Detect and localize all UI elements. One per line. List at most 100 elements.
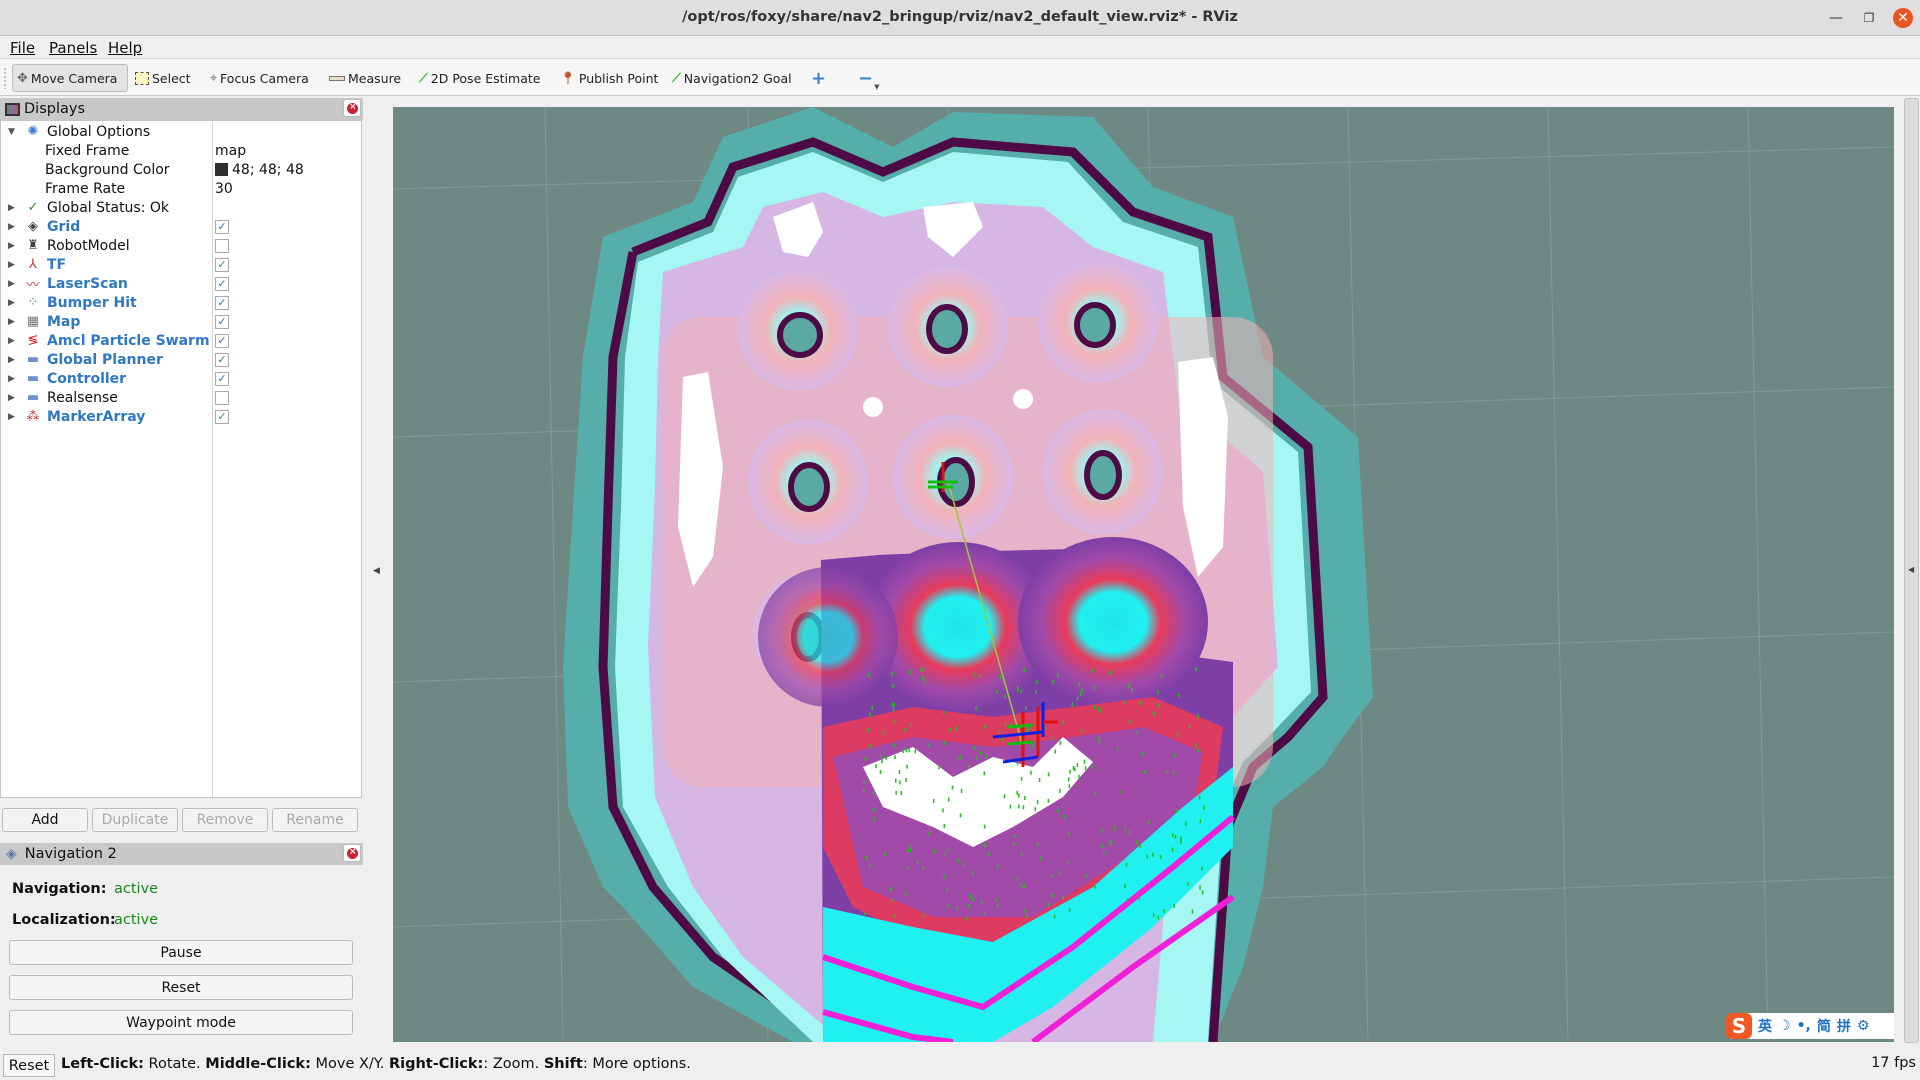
tree-item-grid[interactable]: ▶ ◈ Grid ✓: [1, 217, 361, 236]
particle: [933, 849, 935, 853]
tree-item-map[interactable]: ▶ ▦ Map ✓: [1, 312, 361, 331]
particle: [1024, 796, 1026, 801]
toolbar-grip[interactable]: [3, 67, 7, 89]
particle: [1101, 843, 1104, 848]
tool-move-camera[interactable]: ✥ Move Camera: [12, 64, 128, 92]
expand-arrow-icon[interactable]: ▶: [8, 260, 15, 270]
expand-arrow-icon[interactable]: ▶: [8, 393, 15, 403]
menu-file[interactable]: File: [10, 39, 35, 57]
tool-select[interactable]: Select: [131, 64, 195, 92]
rename-display-button[interactable]: Rename: [272, 808, 358, 832]
tree-item-controller[interactable]: ▶ ▬ Controller ✓: [1, 369, 361, 388]
property-background-color[interactable]: Background Color 48; 48; 48: [1, 160, 361, 179]
particle: [1157, 915, 1160, 920]
3d-viewport[interactable]: [393, 107, 1894, 1042]
ime-simplified-toggle[interactable]: 简: [1817, 1016, 1831, 1036]
display-enabled-checkbox[interactable]: ✓: [215, 409, 229, 424]
display-enabled-checkbox[interactable]: ✓: [215, 352, 229, 367]
remove-display-button[interactable]: Remove: [182, 808, 268, 832]
add-tool-button[interactable]: +: [807, 64, 830, 92]
status-reset-button[interactable]: Reset: [3, 1054, 55, 1077]
particle: [1080, 729, 1083, 733]
expand-right-icon[interactable]: ◀: [1908, 565, 1914, 574]
remove-tool-button[interactable]: − ▼: [854, 64, 885, 92]
property-fixed-frame[interactable]: Fixed Frame map: [1, 141, 361, 160]
render-canvas[interactable]: [393, 107, 1894, 1042]
particle: [976, 756, 978, 761]
ime-pinyin-toggle[interactable]: 拼: [1837, 1016, 1851, 1036]
particle: [1039, 856, 1042, 861]
tree-item-global-options[interactable]: ▼ ✺ Global Options: [1, 122, 361, 141]
left-dock-splitter[interactable]: ◀: [364, 98, 392, 1043]
tree-item-global-planner[interactable]: ▶ ▬ Global Planner ✓: [1, 350, 361, 369]
expand-arrow-icon[interactable]: ▶: [8, 279, 15, 289]
tool-2d-pose-estimate[interactable]: ⟋ 2D Pose Estimate: [415, 64, 544, 92]
pause-button[interactable]: Pause: [9, 940, 353, 965]
display-enabled-checkbox[interactable]: ✓: [215, 219, 229, 234]
tool-navigation2-goal[interactable]: ⟋ Navigation2 Goal: [668, 64, 796, 92]
ime-moon-icon[interactable]: ☽: [1778, 1018, 1791, 1034]
reset-button[interactable]: Reset: [9, 975, 353, 1000]
ime-settings-icon[interactable]: ⚙: [1857, 1018, 1870, 1034]
tool-measure[interactable]: Measure: [325, 64, 405, 92]
display-enabled-checkbox[interactable]: ✓: [215, 276, 229, 291]
display-enabled-checkbox[interactable]: ✓: [215, 257, 229, 272]
ime-toolbar[interactable]: S 英 ☽ •, 简 拼 ⚙: [1726, 1013, 1894, 1039]
ime-punct-icon[interactable]: •,: [1797, 1018, 1811, 1034]
expand-arrow-icon[interactable]: ▶: [8, 317, 15, 327]
ime-lang-toggle[interactable]: 英: [1758, 1016, 1772, 1036]
menu-help[interactable]: Help: [108, 39, 142, 57]
background-color-value[interactable]: 48; 48; 48: [215, 162, 304, 178]
particle: [973, 672, 975, 677]
particle: [869, 712, 871, 717]
menu-panels[interactable]: Panels: [49, 39, 97, 57]
tree-item-amcl-particle-swarm[interactable]: ▶ ≶ Amcl Particle Swarm ✓: [1, 331, 361, 350]
duplicate-display-button[interactable]: Duplicate: [92, 808, 178, 832]
minimize-button[interactable]: —: [1826, 8, 1846, 28]
particle: [957, 858, 960, 863]
display-enabled-checkbox[interactable]: [215, 238, 229, 253]
particle: [910, 723, 913, 727]
particle: [1172, 833, 1174, 838]
tree-item-global-status[interactable]: ▶ ✓ Global Status: Ok: [1, 198, 361, 217]
tool-publish-point[interactable]: 📍︎ Publish Point: [556, 64, 662, 92]
particle: [999, 675, 1001, 679]
tree-item-bumper-hit[interactable]: ▶ ⁘ Bumper Hit ✓: [1, 293, 361, 312]
close-button[interactable]: ✕: [1893, 8, 1913, 28]
display-enabled-checkbox[interactable]: ✓: [215, 314, 229, 329]
restore-button[interactable]: ❐: [1859, 8, 1879, 28]
tree-item-tf[interactable]: ▶ ⅄ TF ✓: [1, 255, 361, 274]
expand-arrow-icon[interactable]: ▶: [8, 336, 15, 346]
expand-arrow-icon[interactable]: ▶: [8, 203, 15, 213]
collapse-left-icon[interactable]: ◀: [373, 566, 380, 576]
add-display-button[interactable]: Add: [2, 808, 88, 832]
particle: [996, 689, 998, 694]
display-enabled-checkbox[interactable]: ✓: [215, 295, 229, 310]
particle: [916, 860, 919, 865]
particle: [995, 897, 997, 902]
right-dock-collapsed[interactable]: ◀: [1904, 98, 1919, 1043]
property-frame-rate[interactable]: Frame Rate 30: [1, 179, 361, 198]
tree-item-robotmodel[interactable]: ▶ ♜ RobotModel: [1, 236, 361, 255]
display-enabled-checkbox[interactable]: ✓: [215, 333, 229, 348]
waypoint-mode-button[interactable]: Waypoint mode: [9, 1010, 353, 1035]
particle: [949, 727, 952, 732]
tree-item-markerarray[interactable]: ▶ ⁂ MarkerArray ✓: [1, 407, 361, 426]
collapse-arrow-icon[interactable]: ▼: [8, 127, 15, 137]
tool-focus-camera[interactable]: ⌖ Focus Camera: [206, 64, 313, 92]
expand-arrow-icon[interactable]: ▶: [8, 374, 15, 384]
display-enabled-checkbox[interactable]: ✓: [215, 371, 229, 386]
display-enabled-checkbox[interactable]: [215, 390, 229, 405]
expand-arrow-icon[interactable]: ▶: [8, 355, 15, 365]
expand-arrow-icon[interactable]: ▶: [8, 222, 15, 232]
frame-rate-value[interactable]: 30: [215, 181, 233, 197]
expand-arrow-icon[interactable]: ▶: [8, 298, 15, 308]
particle: [922, 866, 924, 870]
nav2-panel-close-button[interactable]: [343, 844, 361, 862]
displays-panel-close-button[interactable]: [343, 99, 361, 117]
tree-item-laserscan[interactable]: ▶ 〰 LaserScan ✓: [1, 274, 361, 293]
tree-item-realsense[interactable]: ▶ ▬ Realsense: [1, 388, 361, 407]
expand-arrow-icon[interactable]: ▶: [8, 412, 15, 422]
fixed-frame-value[interactable]: map: [215, 143, 246, 159]
expand-arrow-icon[interactable]: ▶: [8, 241, 15, 251]
